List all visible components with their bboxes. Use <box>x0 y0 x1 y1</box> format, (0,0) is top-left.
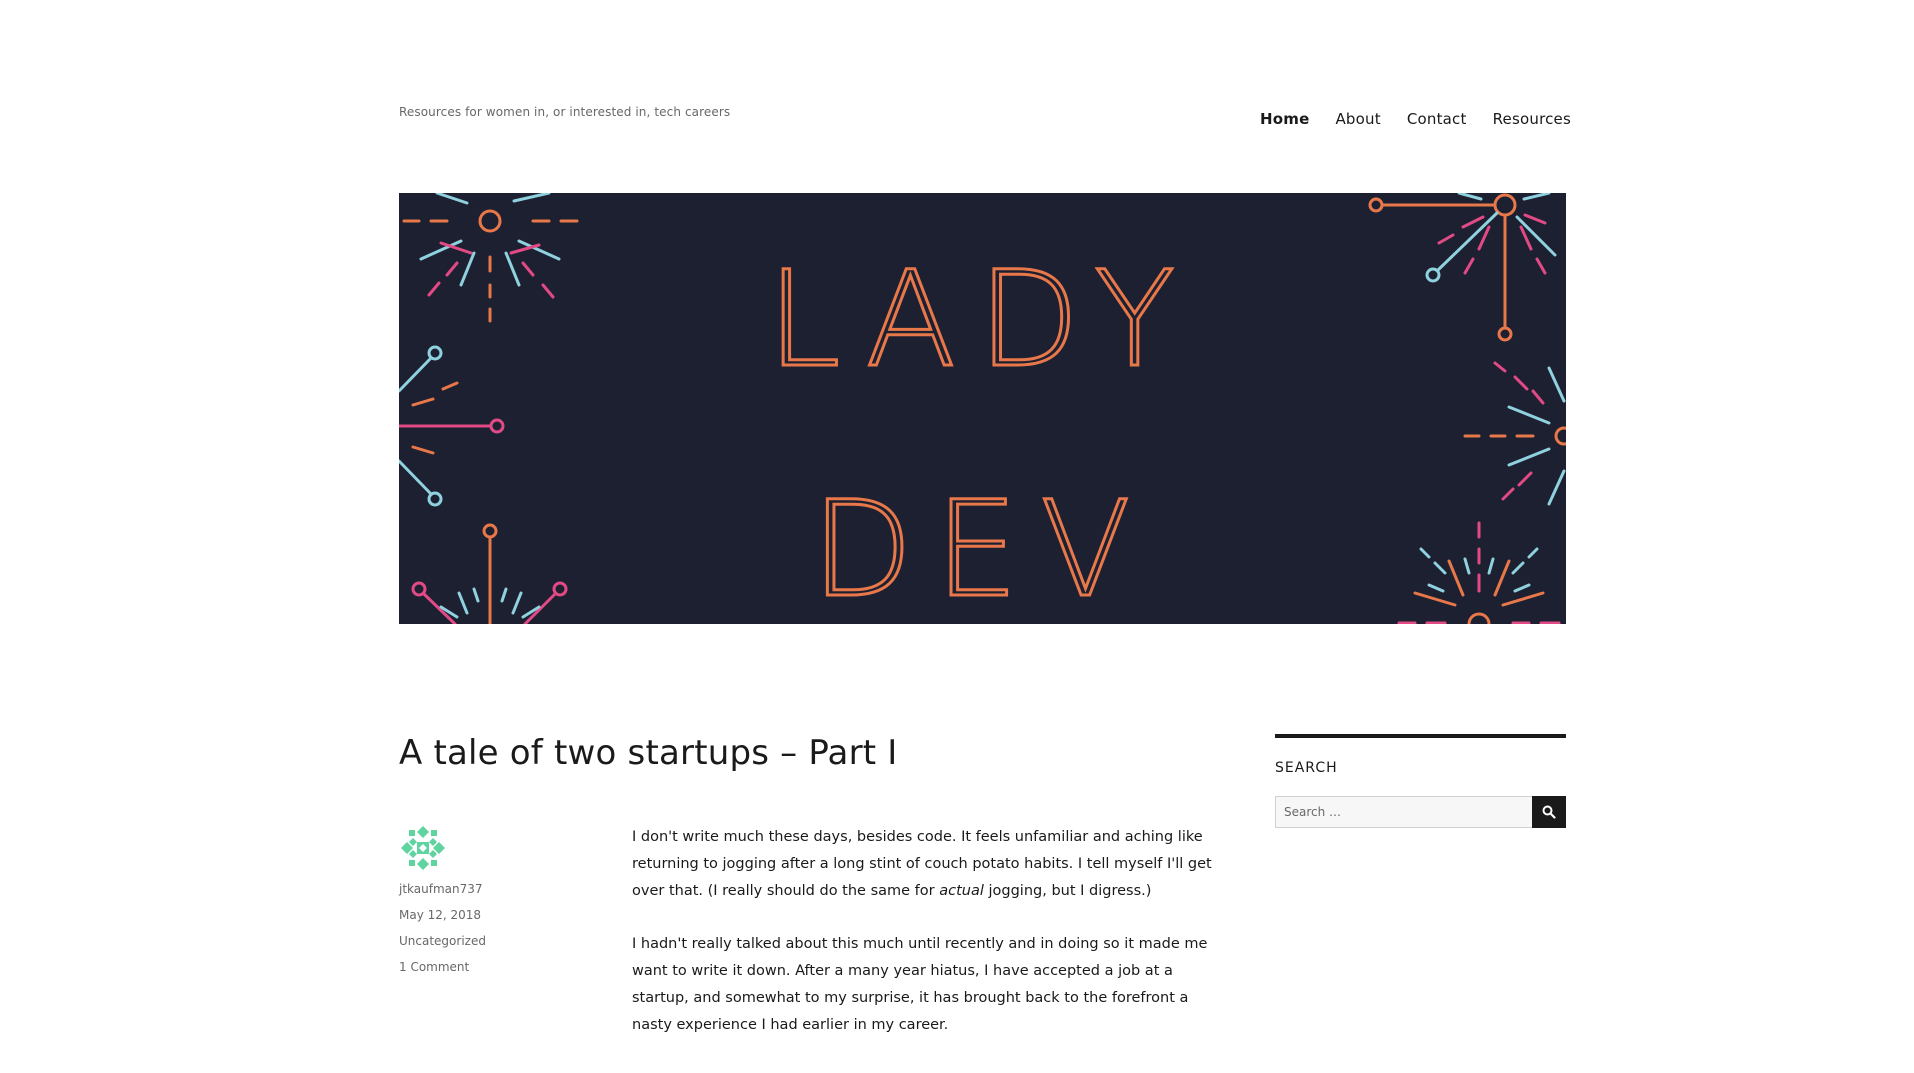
sidebar: SEARCH <box>1275 734 1566 828</box>
search-form <box>1275 796 1566 828</box>
firework-left-mid <box>399 345 505 507</box>
nav-home[interactable]: Home <box>1260 110 1309 128</box>
banner-title-line2: DEV <box>811 473 1152 624</box>
site-tagline: Resources for women in, or interested in… <box>399 105 731 119</box>
search-widget-title: SEARCH <box>1275 760 1338 776</box>
banner-title-line1: LADY <box>767 243 1197 397</box>
sidebar-divider <box>1275 734 1566 738</box>
main-navigation: Home About Contact Resources <box>1260 110 1571 128</box>
post-paragraph-2: I hadn't really talked about this much u… <box>632 936 1208 1033</box>
firework-top-left <box>402 193 579 323</box>
firework-top-right <box>1368 193 1557 342</box>
post-content: I don't write much these days, besides c… <box>632 824 1214 1065</box>
nav-contact[interactable]: Contact <box>1407 110 1467 128</box>
banner-artwork: LADY DEV <box>399 193 1566 624</box>
search-submit-button[interactable] <box>1532 796 1566 828</box>
header-banner[interactable]: LADY DEV <box>399 193 1566 624</box>
paragraph-1-emphasis: actual <box>939 883 984 899</box>
author-avatar[interactable] <box>399 824 447 872</box>
firework-right-mid <box>1463 361 1566 506</box>
post-date[interactable]: May 12, 2018 <box>399 908 579 922</box>
post-title[interactable]: A tale of two startups – Part I <box>399 733 898 773</box>
firework-bottom-right <box>1397 521 1561 624</box>
post-paragraph-1: I don't write much these days, besides c… <box>632 824 1214 905</box>
post-meta: jtkaufman737 May 12, 2018 Uncategorized … <box>399 824 579 974</box>
paragraph-1-text-b: jogging, but I digress.) <box>983 883 1152 899</box>
post-comments-link[interactable]: 1 Comment <box>399 960 579 974</box>
firework-bottom-left <box>411 523 568 624</box>
post-author[interactable]: jtkaufman737 <box>399 882 579 896</box>
nav-about[interactable]: About <box>1335 110 1380 128</box>
post-category[interactable]: Uncategorized <box>399 934 579 948</box>
search-icon <box>1542 805 1556 819</box>
nav-resources[interactable]: Resources <box>1493 110 1571 128</box>
search-input[interactable] <box>1275 796 1532 828</box>
